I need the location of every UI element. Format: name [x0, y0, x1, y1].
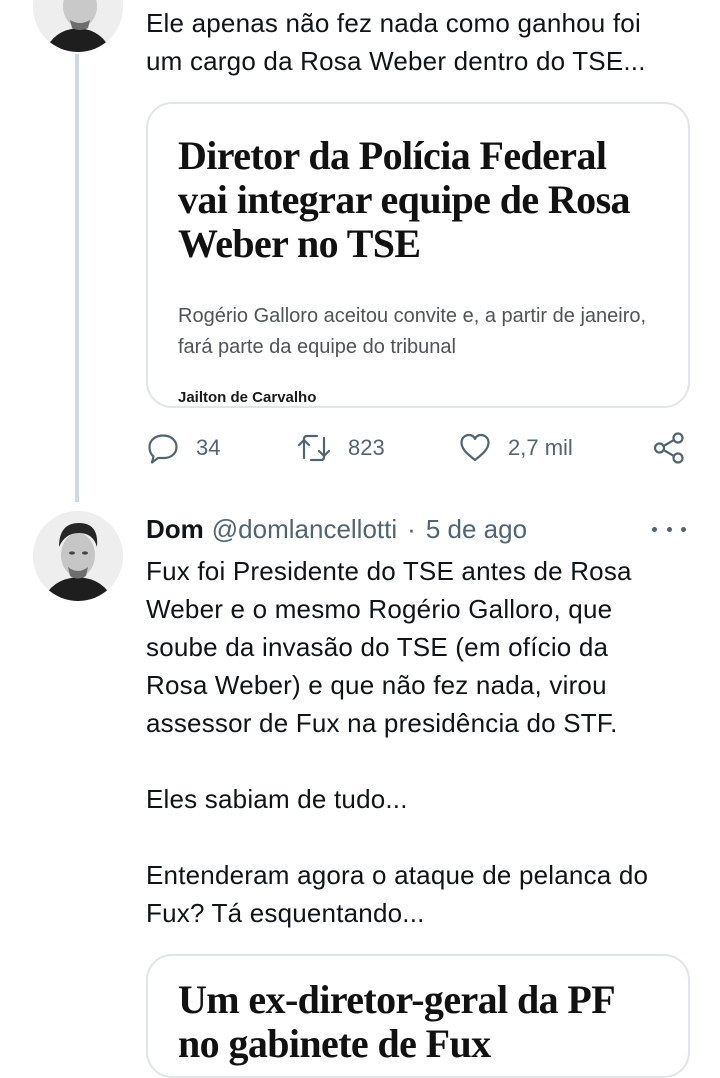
heart-icon [460, 433, 490, 462]
link-preview-card[interactable]: Um ex-diretor-geral da PF no gabinete de… [146, 954, 690, 1078]
card-headline: Diretor da Polícia Federal vai integrar … [178, 133, 631, 266]
retweet-icon [297, 434, 331, 462]
tweet-action-bar: 34 823 2,7 mil [146, 428, 691, 468]
author-name[interactable]: Dom [146, 514, 204, 545]
reply-button[interactable]: 34 [146, 428, 220, 468]
separator-dot: · [407, 513, 416, 544]
dot [666, 526, 672, 532]
reply-count: 34 [196, 435, 221, 460]
thread-connector-line [75, 54, 79, 502]
tweet-header: Dom @domlancellotti · 5 de ago [146, 510, 527, 548]
like-count: 2,7 mil [508, 435, 573, 460]
more-options-icon[interactable] [652, 516, 686, 542]
retweet-count: 823 [348, 435, 385, 460]
retweet-button[interactable]: 823 [296, 428, 385, 468]
avatar[interactable] [33, 511, 123, 601]
tweet-text: Ele apenas não fez nada como ganhou foi … [146, 8, 646, 76]
avatar[interactable] [33, 0, 123, 52]
author-handle[interactable]: @domlancellotti [212, 514, 397, 545]
dot [681, 526, 686, 532]
share-icon [653, 432, 684, 464]
share-button[interactable] [652, 428, 686, 468]
reply-icon [148, 434, 178, 464]
card-subtitle: Rogério Galloro aceitou convite e, a par… [178, 305, 647, 358]
like-button[interactable]: 2,7 mil [458, 428, 573, 468]
dot [652, 526, 657, 532]
avatar-portrait-icon [33, 511, 123, 601]
card-author: Jailton de Carvalho [178, 389, 317, 406]
tweet-text: Fux foi Presidente do TSE antes de Rosa … [146, 556, 649, 928]
link-preview-card[interactable]: Diretor da Polícia Federal vai integrar … [146, 102, 690, 408]
tweet-date[interactable]: 5 de ago [426, 514, 527, 545]
avatar-portrait-icon [33, 0, 123, 52]
card-headline: Um ex-diretor-geral da PF no gabinete de… [178, 977, 614, 1066]
